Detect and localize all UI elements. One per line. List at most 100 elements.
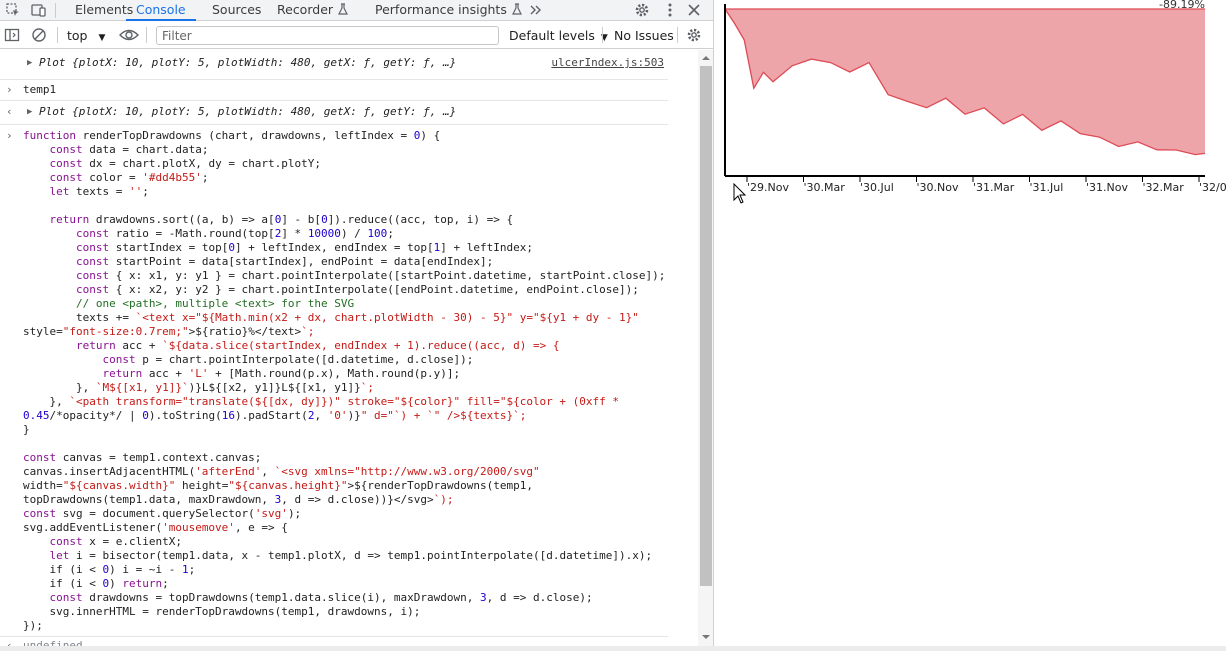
code-line: if (i < 0) i = ~i - 1;	[23, 563, 196, 576]
page-horizontal-scrollbar[interactable]	[0, 646, 1226, 651]
console-log-message: ▶ Plot {plotX: 10, plotY: 5, plotWidth: …	[0, 56, 668, 74]
x-tick-label: '31.Jul	[1030, 181, 1064, 194]
close-icon[interactable]	[686, 2, 702, 18]
tab-elements[interactable]: Elements	[75, 0, 133, 21]
flask-icon	[338, 3, 348, 15]
context-selector[interactable]: top ▼	[67, 28, 105, 43]
more-tabs-chevron-icon[interactable]	[528, 2, 544, 18]
result-object-preview[interactable]: Plot {plotX: 10, plotY: 5, plotWidth: 48…	[39, 105, 456, 119]
flask-icon	[511, 3, 522, 15]
devtools-tab-bar: Elements Console Sources Recorder Perfor…	[0, 0, 713, 21]
tab-recorder-label: Recorder	[277, 2, 334, 17]
code-line: let i = bisector(temp1.data, x - temp1.p…	[49, 549, 653, 562]
code-line: const { x: x2, y: y2 } = chart.pointInte…	[75, 283, 639, 296]
console-settings-gear-icon[interactable]	[686, 27, 702, 43]
code-line: const dx = chart.plotX, dy = chart.plotY…	[49, 157, 322, 170]
code-line: const ratio = -Math.round(top[2] * 10000…	[75, 227, 394, 240]
console-result-entry: ‹ ▶ Plot {plotX: 10, plotY: 5, plotWidth…	[0, 100, 668, 124]
filter-input[interactable]	[156, 26, 499, 45]
drawdown-area	[725, 9, 1205, 155]
drawdown-chart-svg[interactable]: '29.Nov '30.Mar '30.Jul '30.Nov '31.Mar '31.J…	[715, 0, 1226, 230]
code-line: texts += `<text x="${Math.min(x2 + dx, c…	[23, 311, 639, 324]
devtools-panel: Elements Console Sources Recorder Perfor…	[0, 0, 714, 651]
device-toolbar-icon[interactable]	[30, 2, 46, 18]
code-line: const p = chart.pointInterpolate([d.date…	[102, 353, 474, 366]
log-object-preview[interactable]: Plot {plotX: 10, plotY: 5, plotWidth: 48…	[39, 56, 456, 70]
source-link[interactable]: ulcerIndex.js:503	[551, 56, 664, 70]
kebab-menu-icon[interactable]	[662, 2, 678, 18]
x-tick-label: '30.Nov	[917, 181, 959, 194]
code-line: const color = '#dd4b55';	[49, 171, 209, 184]
x-tick-label: '31.Mar	[973, 181, 1015, 194]
tab-performance-insights-label: Performance insights	[375, 2, 507, 17]
toolbar-divider	[677, 27, 678, 43]
tab-performance-insights[interactable]: Performance insights	[375, 0, 523, 21]
tab-console[interactable]: Console	[126, 0, 196, 21]
live-expression-eye-icon[interactable]	[119, 27, 139, 43]
input-expression[interactable]: temp1	[23, 83, 56, 97]
code-line: style="font-size:0.7rem;">${ratio}%</tex…	[23, 325, 315, 338]
drawdown-percent-label: -89.19%	[1159, 0, 1205, 11]
prompt-chevron-icon: ›	[6, 129, 13, 142]
code-line: 0.45/*opacity*/ | 0).toString(16).padSta…	[23, 409, 527, 422]
console-toolbar: top ▼ Default levels ▼ No Issues	[0, 22, 713, 49]
tab-recorder[interactable]: Recorder	[277, 0, 349, 21]
inspect-element-icon[interactable]	[5, 2, 21, 18]
code-line: topDrawdowns(temp1.data, maxDrawdown, 3,…	[23, 493, 454, 506]
toolbar-divider	[57, 27, 58, 43]
console-code-input[interactable]: › function renderTopDrawdowns (chart, dr…	[0, 124, 668, 636]
console-scrollbar-thumb[interactable]	[700, 66, 712, 586]
tab-divider	[55, 3, 56, 18]
mouse-cursor-icon	[733, 183, 747, 204]
caret-down-icon: ▼	[98, 33, 106, 43]
x-tick-label: '30.Mar	[804, 181, 846, 194]
settings-gear-icon[interactable]	[634, 2, 650, 18]
toolbar-divider	[602, 27, 603, 43]
tab-sources[interactable]: Sources	[212, 0, 261, 21]
code-line: svg.addEventListener('mousemove', e => {	[23, 521, 288, 534]
console-messages: ▶ Plot {plotX: 10, plotY: 5, plotWidth: …	[0, 50, 698, 651]
code-line: const x = e.clientX;	[49, 535, 182, 548]
code-line: return acc + 'L' + [Math.round(p.x), Mat…	[102, 367, 461, 380]
console-input-entry: › temp1	[0, 79, 668, 99]
code-line: return acc + `${data.slice(startIndex, e…	[75, 339, 560, 352]
code-line: if (i < 0) return;	[23, 577, 169, 590]
clear-console-icon[interactable]	[31, 27, 47, 43]
code-line: }	[23, 423, 30, 436]
x-tick-label: '30.Jul	[860, 181, 894, 194]
code-line: const startIndex = top[0] + leftIndex, e…	[75, 241, 533, 254]
log-levels-dropdown[interactable]: Default levels ▼	[509, 28, 608, 43]
code-line: function renderTopDrawdowns (chart, draw…	[23, 129, 441, 142]
issues-counter[interactable]: No Issues	[614, 28, 674, 43]
code-line: width="${canvas.width}" height="${canvas…	[23, 479, 533, 492]
code-line: canvas.insertAdjacentHTML('afterEnd', `<…	[23, 465, 540, 478]
toolbar-divider	[146, 27, 147, 43]
expand-triangle-icon[interactable]: ▶	[27, 105, 32, 119]
scroll-up-arrow-icon[interactable]	[700, 54, 712, 62]
code-line: svg.innerHTML = renderTopDrawdowns(temp1…	[23, 605, 421, 618]
log-levels-label: Default levels	[509, 28, 595, 43]
code-line: return drawdowns.sort((a, b) => a[0] - b…	[49, 213, 514, 226]
scroll-down-arrow-icon[interactable]	[700, 633, 712, 641]
code-line: // one <path>, multiple <text> for the S…	[23, 297, 355, 310]
prompt-chevron-icon: ›	[6, 83, 13, 96]
code-line: let texts = '';	[49, 185, 149, 198]
sidebar-toggle-icon[interactable]	[4, 27, 20, 43]
code-line: });	[23, 619, 43, 632]
code-line: const data = chart.data;	[49, 143, 209, 156]
drawdown-chart[interactable]: '29.Nov '30.Mar '30.Jul '30.Nov '31.Mar '31.J…	[715, 0, 1226, 651]
code-line: const drawdowns = topDrawdowns(temp1.dat…	[49, 591, 593, 604]
code-line: }, `<path transform="translate(${[dx, dy…	[23, 395, 620, 408]
x-tick-label: '32.Mar	[1143, 181, 1185, 194]
x-tick-label: '32/06	[1199, 181, 1226, 194]
code-lines: function renderTopDrawdowns (chart, draw…	[23, 129, 665, 633]
code-line: const svg = document.querySelector('svg'…	[23, 507, 302, 520]
code-line: }, `M${[x1, y1]}`)}L${[x2, y1]}L${[x1, y…	[23, 381, 375, 394]
code-line: const startPoint = data[startIndex], end…	[75, 255, 494, 268]
context-selector-value: top	[67, 28, 88, 43]
code-line: const { x: x1, y: y1 } = chart.pointInte…	[75, 269, 666, 282]
x-tick-label: '29.Nov	[747, 181, 789, 194]
expand-triangle-icon[interactable]: ▶	[27, 56, 32, 70]
